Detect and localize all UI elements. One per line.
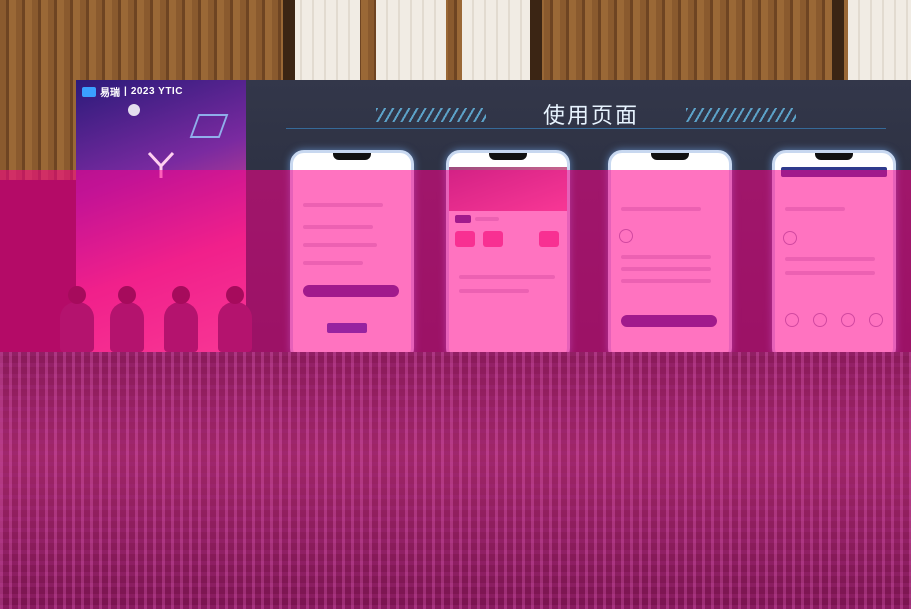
phone-text-line xyxy=(785,257,875,261)
banner-brand: 易瑞 xyxy=(100,88,120,99)
phone-tab xyxy=(455,215,471,223)
phone-brand-logo xyxy=(327,323,367,333)
brand-logo-icon xyxy=(82,86,96,97)
phone-home-screen xyxy=(446,150,570,362)
phone-notch xyxy=(489,153,527,160)
phone-text-line xyxy=(475,217,499,221)
phone-avatar-icon xyxy=(783,231,797,245)
phone-notch xyxy=(815,153,853,160)
phone-report-screen xyxy=(608,150,732,362)
panel-speakers xyxy=(60,286,260,352)
pillar xyxy=(283,0,295,82)
person xyxy=(218,286,252,352)
wall-panel xyxy=(848,0,911,82)
y-logo-icon xyxy=(147,151,175,178)
phone-text-line xyxy=(459,275,555,279)
wall-panel xyxy=(290,0,360,82)
person-head xyxy=(172,286,190,304)
phone-action-button xyxy=(621,315,717,327)
banner-header: 易瑞 | 2023 YTIC xyxy=(82,84,183,99)
phone-content xyxy=(449,163,567,359)
screen-title: 使用页面 xyxy=(542,103,639,128)
wall-panel xyxy=(376,0,446,82)
phone-tab-bar xyxy=(781,167,887,177)
person-head xyxy=(118,286,136,304)
phone-notch xyxy=(651,153,689,160)
person xyxy=(164,286,198,352)
person xyxy=(110,286,144,352)
phone-login-screen xyxy=(290,150,414,362)
phone-chip xyxy=(455,231,475,247)
phone-content xyxy=(775,163,893,359)
banner-divider: | xyxy=(124,86,127,97)
phone-text-line xyxy=(459,289,529,293)
phone-text-line xyxy=(303,261,363,265)
person-head xyxy=(226,286,244,304)
phone-text-line xyxy=(303,243,377,247)
moon-graphic xyxy=(128,104,140,116)
pillar xyxy=(832,0,844,82)
phone-option-icon xyxy=(785,313,799,327)
phone-text-line xyxy=(621,279,711,283)
phone-avatar-icon xyxy=(619,229,633,243)
phone-text-line xyxy=(621,207,701,211)
phone-text-line xyxy=(621,255,711,259)
phone-text-line xyxy=(621,267,711,271)
phone-content xyxy=(611,163,729,359)
phone-option-icon xyxy=(813,313,827,327)
phone-login-button xyxy=(303,285,399,297)
phone-option-icon xyxy=(869,313,883,327)
decor-stripes-left xyxy=(376,108,486,122)
stage-floor xyxy=(0,352,911,609)
phone-notch xyxy=(333,153,371,160)
isometric-graphic xyxy=(189,114,229,138)
wall-panel xyxy=(462,0,532,82)
phone-text-line xyxy=(785,271,875,275)
photo-scene: 易瑞 | 2023 YTIC 使用页面 xyxy=(0,0,911,609)
banner-event: 2023 YTIC xyxy=(130,86,183,97)
phone-hero-image xyxy=(449,167,567,211)
phone-chip xyxy=(539,231,559,247)
person xyxy=(60,286,94,352)
pillar xyxy=(530,0,542,82)
display-screen: 使用页面 xyxy=(246,80,911,362)
phone-text-line xyxy=(303,225,373,229)
decor-stripes-right xyxy=(686,108,796,122)
phone-text-line xyxy=(785,207,845,211)
phone-content xyxy=(293,163,411,359)
phone-option-icon xyxy=(841,313,855,327)
phone-text-line xyxy=(303,203,383,207)
phone-profile-screen xyxy=(772,150,896,362)
phone-chip xyxy=(483,231,503,247)
person-head xyxy=(68,286,86,304)
